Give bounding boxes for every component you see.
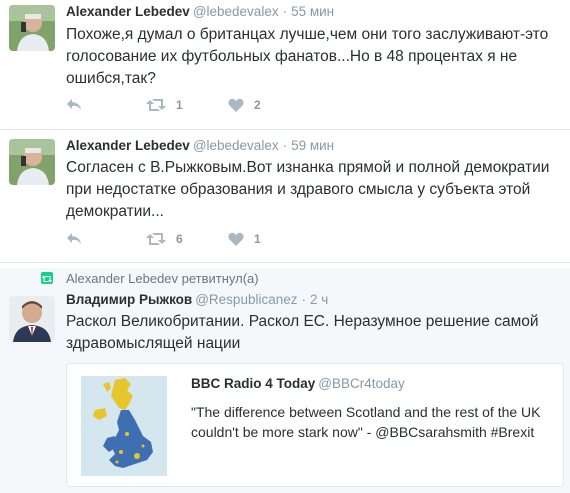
author-handle[interactable]: @lebedevalex bbox=[193, 138, 279, 153]
timestamp[interactable]: 2 ч bbox=[310, 292, 328, 307]
quoted-tweet-text: "The difference between Scotland and the… bbox=[191, 404, 541, 440]
tweet-actions: 6 1 bbox=[66, 232, 366, 252]
timestamp[interactable]: 59 мин bbox=[291, 138, 334, 153]
retweet-icon bbox=[146, 233, 166, 245]
author-name[interactable]: Alexander Lebedev bbox=[66, 4, 190, 19]
separator-dot: · bbox=[282, 4, 288, 19]
like-button[interactable]: 1 bbox=[228, 232, 261, 246]
author-name[interactable]: Alexander Lebedev bbox=[66, 138, 190, 153]
heart-icon bbox=[228, 98, 244, 112]
author-name[interactable]: Владимир Рыжков bbox=[66, 292, 192, 307]
quoted-author-name[interactable]: BBC Radio 4 Today bbox=[191, 376, 315, 391]
heart-icon bbox=[228, 232, 244, 246]
reply-button[interactable] bbox=[66, 98, 82, 112]
quoted-author-handle[interactable]: @BBCr4today bbox=[318, 376, 405, 391]
like-count: 2 bbox=[254, 98, 261, 112]
avatar[interactable] bbox=[9, 139, 55, 185]
like-count: 1 bbox=[254, 232, 261, 246]
avatar[interactable] bbox=[9, 296, 55, 342]
tweet-text: Согласен с В.Рыжковым.Вот изнанка прямой… bbox=[66, 159, 550, 220]
tweet-text: Похоже,я думал о британцах лучше,чем они… bbox=[66, 26, 549, 87]
reply-icon bbox=[67, 233, 81, 244]
divider bbox=[0, 129, 570, 130]
retweet-icon bbox=[146, 99, 166, 111]
author-handle[interactable]: @lebedevalex bbox=[193, 4, 279, 19]
reply-icon bbox=[67, 99, 81, 110]
divider bbox=[0, 262, 570, 263]
tweet-text: Раскол Великобритании. Раскол ЕС. Неразу… bbox=[66, 313, 539, 352]
author-handle[interactable]: @Respublicanez bbox=[195, 292, 297, 307]
timestamp[interactable]: 55 мин bbox=[291, 4, 334, 19]
retweet-button[interactable]: 1 bbox=[146, 98, 183, 112]
separator-dot: · bbox=[301, 292, 306, 307]
retweeted-by[interactable]: Alexander Lebedev ретвитнул(а) bbox=[66, 271, 259, 286]
retweet-count: 1 bbox=[176, 98, 183, 112]
reply-button[interactable] bbox=[66, 232, 82, 246]
retweet-count: 6 bbox=[176, 232, 183, 246]
uk-referendum-map bbox=[81, 376, 167, 476]
avatar[interactable] bbox=[9, 5, 55, 51]
retweeted-badge-icon bbox=[41, 272, 53, 284]
like-button[interactable]: 2 bbox=[228, 98, 261, 112]
quoted-tweet[interactable]: BBC Radio 4 Today @BBCr4today "The differ… bbox=[66, 363, 564, 487]
tweet-actions: 1 2 bbox=[66, 98, 366, 118]
retweet-button[interactable]: 6 bbox=[146, 232, 183, 246]
separator-dot: · bbox=[282, 138, 288, 153]
